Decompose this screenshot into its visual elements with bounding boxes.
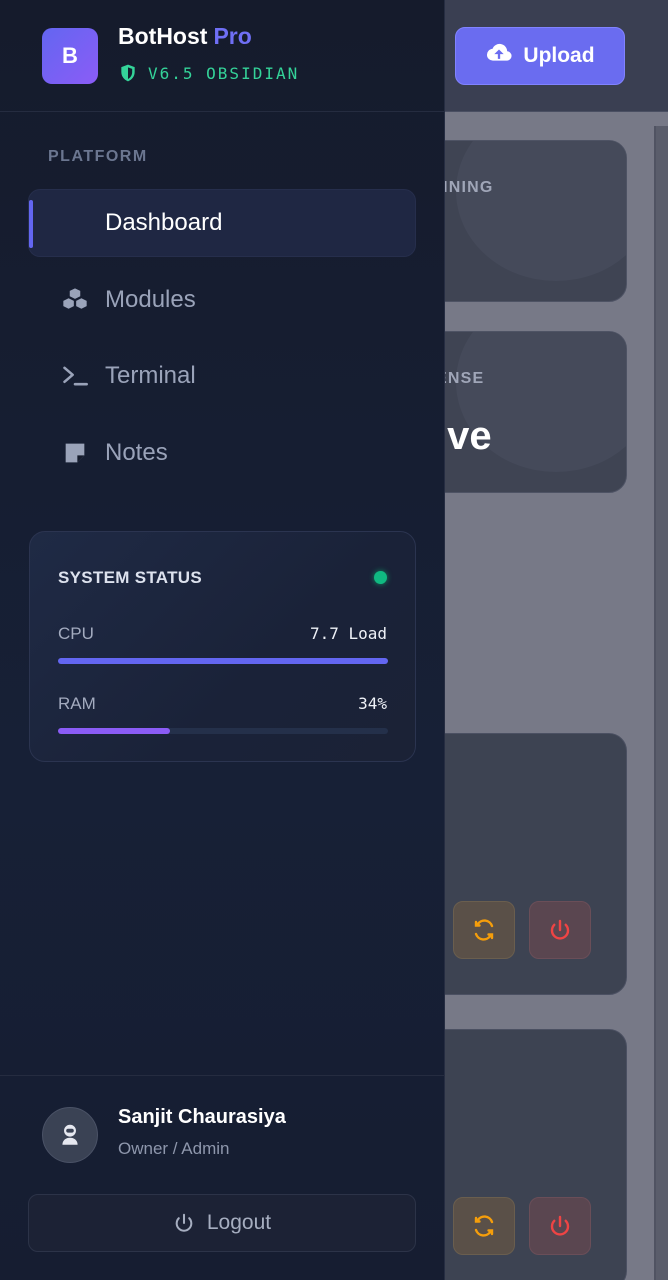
terminal-icon bbox=[60, 362, 90, 390]
status-indicator bbox=[374, 571, 387, 584]
avatar[interactable] bbox=[42, 1107, 98, 1163]
cpu-value: 7.7 Load bbox=[309, 624, 387, 643]
brand-name-main: BotHost bbox=[118, 23, 208, 49]
version-text: V6.5 OBSIDIAN bbox=[148, 63, 300, 83]
system-status-title: SYSTEM STATUS bbox=[58, 568, 203, 587]
brand-name-suffix: Pro bbox=[213, 23, 252, 49]
cpu-label: CPU bbox=[58, 624, 94, 643]
user-role: Owner / Admin bbox=[118, 1139, 230, 1158]
stop-button[interactable] bbox=[529, 1197, 591, 1255]
sidebar-item-dashboard[interactable]: Dashboard bbox=[28, 189, 416, 257]
sidebar-item-notes[interactable]: Notes bbox=[28, 419, 416, 487]
sidebar-item-label: Modules bbox=[105, 286, 196, 313]
sidebar: B BotHost Pro V6.5 OBSIDIAN PLATFORM Dash… bbox=[0, 0, 445, 1280]
sync-icon bbox=[474, 1215, 494, 1237]
scrollbar[interactable] bbox=[654, 126, 668, 1280]
user-area: Sanjit Chaurasiya Owner / Admin Logout bbox=[0, 1075, 445, 1280]
logout-button[interactable]: Logout bbox=[28, 1194, 416, 1252]
restart-button[interactable] bbox=[453, 1197, 515, 1255]
user-astronaut-icon bbox=[62, 1124, 78, 1145]
cpu-bar-fill bbox=[58, 658, 388, 664]
brand-version: V6.5 OBSIDIAN bbox=[118, 63, 299, 83]
sidebar-item-modules[interactable]: Modules bbox=[28, 266, 416, 334]
sidebar-item-label: Terminal bbox=[105, 362, 196, 389]
power-icon bbox=[550, 1215, 570, 1236]
sidebar-item-label: Dashboard bbox=[105, 209, 223, 236]
ram-bar-fill bbox=[58, 728, 171, 734]
sidebar-item-label: Notes bbox=[105, 439, 168, 466]
sidebar-item-terminal[interactable]: Terminal bbox=[28, 342, 416, 410]
upload-button[interactable]: Upload bbox=[455, 27, 625, 85]
logo[interactable]: B bbox=[42, 28, 98, 84]
upload-label: Upload bbox=[523, 44, 595, 67]
power-icon bbox=[550, 919, 570, 940]
sticky-note-icon bbox=[60, 439, 90, 467]
system-status-card: SYSTEM STATUS CPU 7.7 Load RAM 34% bbox=[29, 531, 416, 762]
ram-value: 34% bbox=[358, 694, 387, 713]
cubes-icon bbox=[60, 286, 90, 314]
shield-icon bbox=[121, 64, 135, 82]
user-name: Sanjit Chaurasiya bbox=[118, 1106, 286, 1128]
brand-name: BotHost Pro bbox=[118, 23, 252, 50]
cloud-upload-icon bbox=[485, 39, 513, 73]
sync-icon bbox=[474, 919, 494, 941]
ram-label: RAM bbox=[58, 694, 96, 713]
ram-bar bbox=[58, 728, 388, 734]
section-title: PLATFORM bbox=[48, 148, 148, 165]
restart-button[interactable] bbox=[453, 901, 515, 959]
stop-button[interactable] bbox=[529, 901, 591, 959]
logout-label: Logout bbox=[206, 1211, 272, 1234]
power-icon bbox=[175, 1213, 193, 1232]
cpu-bar bbox=[58, 658, 388, 664]
stat-card-license: ENSE ive bbox=[415, 331, 627, 493]
stat-card-running: NNING bbox=[415, 140, 627, 302]
brand-header: B BotHost Pro V6.5 OBSIDIAN bbox=[0, 0, 445, 112]
